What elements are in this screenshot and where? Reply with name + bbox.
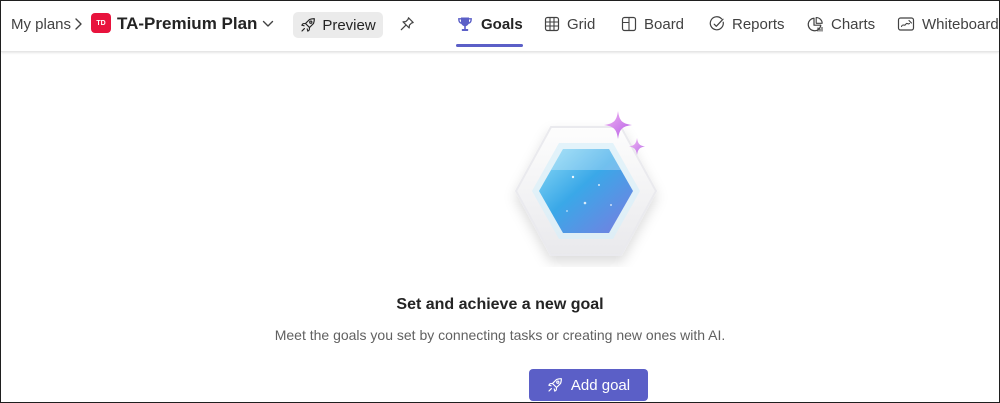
tab-grid[interactable]: Grid: [544, 1, 595, 47]
chevron-right-icon: [73, 1, 83, 47]
top-bar: My plans TD TA-Premium Plan Preview Goal…: [1, 1, 999, 52]
tab-board[interactable]: Board: [621, 1, 684, 47]
preview-label: Preview: [322, 16, 376, 34]
tab-board-label: Board: [644, 15, 685, 33]
tab-reports-label: Reports: [732, 15, 785, 33]
reports-icon: [709, 16, 725, 32]
rocket-icon: [547, 377, 563, 393]
trophy-icon: [456, 15, 474, 33]
tab-charts-label: Charts: [831, 15, 876, 33]
empty-state-description: Meet the goals you set by connecting tas…: [274, 327, 726, 343]
breadcrumb-my-plans[interactable]: My plans: [11, 1, 71, 47]
tab-goals[interactable]: Goals: [456, 1, 523, 47]
board-icon: [621, 16, 637, 32]
hexagon-gem-illustration: [501, 107, 671, 267]
whiteboard-icon: [897, 16, 915, 32]
grid-icon: [544, 16, 560, 32]
tab-goals-label: Goals: [481, 15, 523, 33]
charts-icon: [807, 16, 824, 33]
pin-icon[interactable]: [399, 1, 415, 47]
tab-reports[interactable]: Reports: [709, 1, 785, 47]
plan-title[interactable]: TA-Premium Plan: [117, 1, 257, 47]
chevron-down-icon[interactable]: [262, 1, 274, 47]
add-goal-label: Add goal: [570, 376, 631, 394]
empty-state-title: Set and achieve a new goal: [396, 296, 604, 313]
tab-whiteboard-label: Whiteboard: [922, 15, 999, 33]
app-frame: My plans TD TA-Premium Plan Preview Goal…: [0, 0, 1000, 403]
tab-charts[interactable]: Charts: [807, 1, 875, 47]
plan-badge: TD: [91, 13, 111, 33]
goals-empty-state: Set and achieve a new goal Meet the goal…: [1, 53, 999, 402]
rocket-icon: [300, 17, 316, 33]
tab-grid-label: Grid: [567, 15, 596, 33]
tab-whiteboard[interactable]: Whiteboard: [897, 1, 999, 47]
add-goal-button[interactable]: Add goal: [529, 369, 648, 401]
preview-button[interactable]: Preview: [293, 12, 383, 38]
